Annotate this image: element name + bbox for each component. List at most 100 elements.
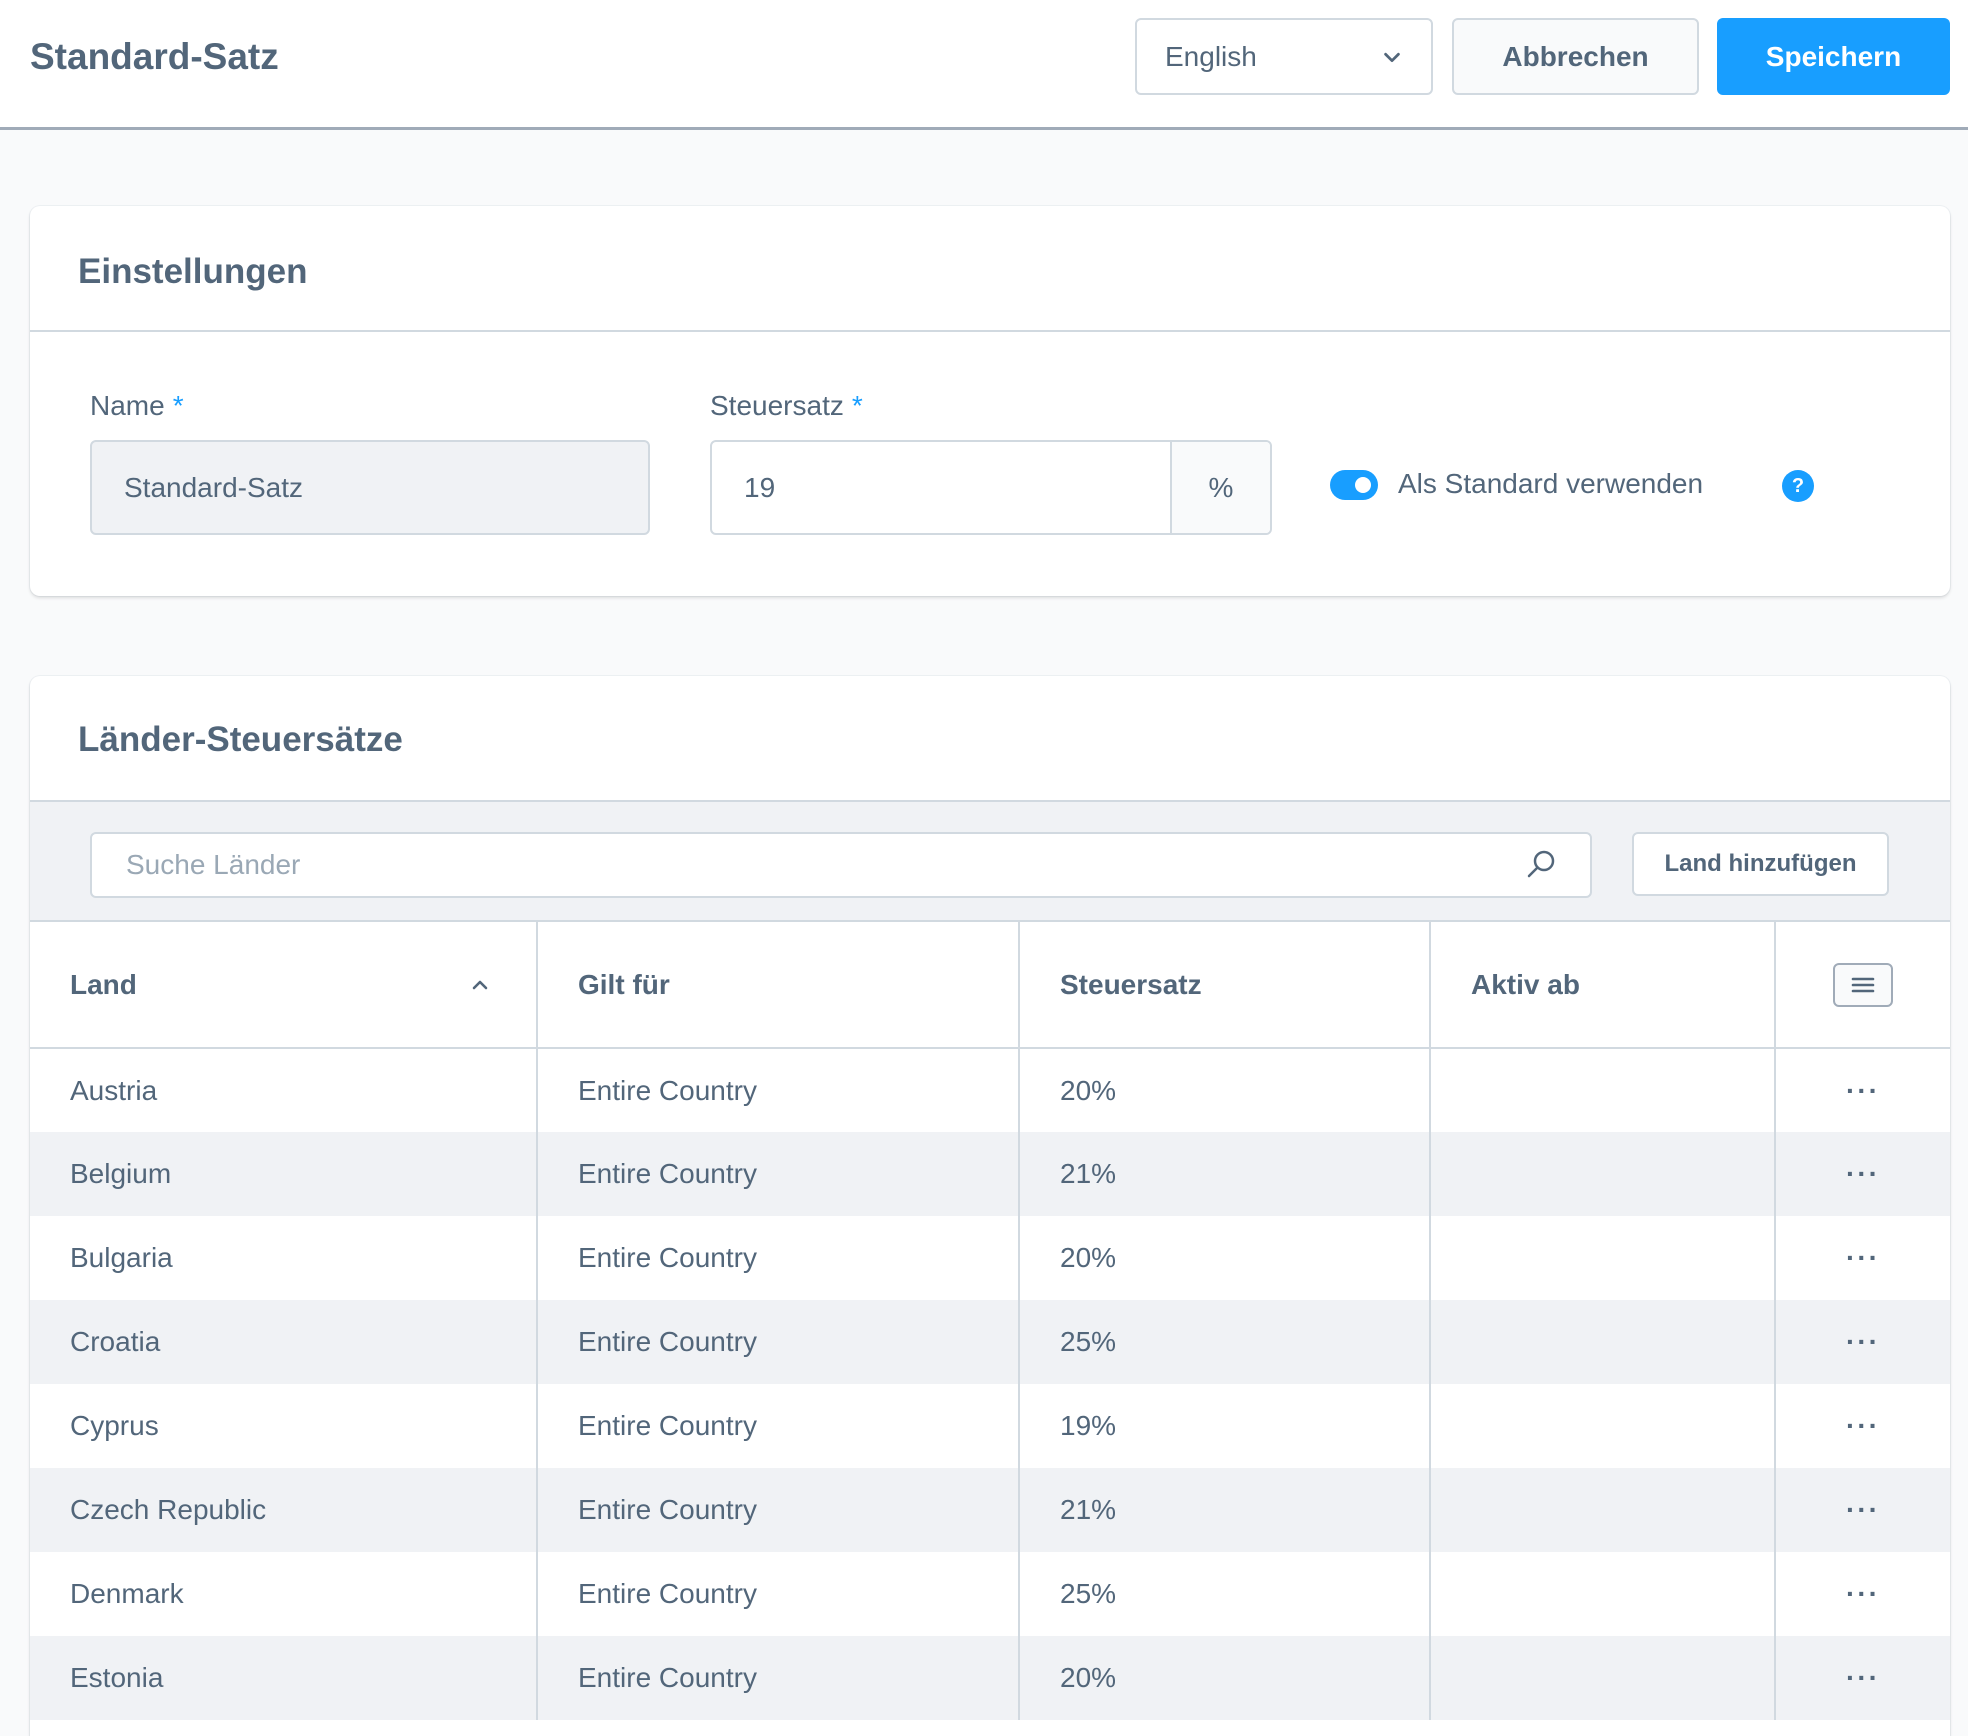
tax-rate-cell: 21% — [1019, 1468, 1431, 1552]
help-icon[interactable]: ? — [1782, 470, 1814, 502]
more-horizontal-icon[interactable]: ··· — [1776, 1328, 1950, 1356]
column-header-applies[interactable]: Gilt für — [537, 922, 1020, 1048]
applies-to-cell: Entire Country — [537, 1216, 1020, 1300]
country-rates-card: Länder-Steuersätze Land hinzufügen Land — [30, 676, 1950, 1736]
row-actions-cell: ··· — [1775, 1300, 1950, 1384]
settings-card: Einstellungen Name * Standard-Satz Steuer… — [30, 206, 1950, 596]
dots-glyph: ··· — [1846, 1494, 1880, 1525]
rate-label-text: Steuersatz — [710, 390, 844, 421]
name-field[interactable]: Standard-Satz — [90, 440, 650, 535]
applies-to-cell: Entire Country — [537, 1468, 1020, 1552]
applies-to-cell: Entire Country — [537, 1384, 1020, 1468]
row-actions-cell: ··· — [1775, 1384, 1950, 1468]
table-header-row: Land Gilt für Steuersatz Aktiv ab — [30, 922, 1950, 1048]
column-header-country[interactable]: Land — [30, 922, 538, 1048]
toggle-knob — [1355, 477, 1371, 493]
dots-glyph: ··· — [1846, 1410, 1880, 1441]
country-cell: Czech Republic — [30, 1468, 538, 1552]
row-actions-cell: ··· — [1775, 1216, 1950, 1300]
column-header-rate[interactable]: Steuersatz — [1019, 922, 1431, 1048]
settings-title: Einstellungen — [78, 252, 308, 291]
active-from-cell — [1430, 1048, 1776, 1132]
tax-rate-cell: 19% — [1019, 1384, 1431, 1468]
applies-to-cell: Entire Country — [537, 1636, 1020, 1720]
cancel-button[interactable]: Abbrechen — [1452, 18, 1699, 95]
dots-glyph: ··· — [1846, 1158, 1880, 1189]
active-from-cell — [1430, 1300, 1776, 1384]
table-row[interactable]: Austria Entire Country 20% ··· — [30, 1048, 1950, 1132]
search-icon[interactable] — [1524, 848, 1558, 882]
active-from-cell — [1430, 1216, 1776, 1300]
settings-divider — [30, 330, 1950, 332]
required-marker: * — [172, 390, 184, 421]
dots-glyph: ··· — [1846, 1662, 1880, 1693]
column-header-active-from[interactable]: Aktiv ab — [1430, 922, 1776, 1048]
country-cell: Belgium — [30, 1132, 538, 1216]
more-horizontal-icon[interactable]: ··· — [1776, 1664, 1950, 1692]
tax-rate-cell: 21% — [1019, 1132, 1431, 1216]
country-cell: Estonia — [30, 1636, 538, 1720]
active-from-cell — [1430, 1468, 1776, 1552]
applies-to-cell: Entire Country — [537, 1300, 1020, 1384]
tax-rate-cell: 25% — [1019, 1552, 1431, 1636]
country-cell: Denmark — [30, 1552, 538, 1636]
active-from-cell — [1430, 1384, 1776, 1468]
table-row[interactable]: Cyprus Entire Country 19% ··· — [30, 1384, 1950, 1468]
required-marker: * — [851, 390, 863, 421]
name-label: Name * — [90, 390, 184, 422]
table-row[interactable]: Croatia Entire Country 25% ··· — [30, 1300, 1950, 1384]
chevron-down-icon — [1384, 52, 1400, 62]
more-horizontal-icon[interactable]: ··· — [1776, 1412, 1950, 1440]
applies-to-cell: Entire Country — [537, 1552, 1020, 1636]
tax-rate-cell: 20% — [1019, 1636, 1431, 1720]
language-select[interactable]: English — [1135, 18, 1433, 95]
more-horizontal-icon[interactable]: ··· — [1776, 1244, 1950, 1272]
more-horizontal-icon[interactable]: ··· — [1776, 1160, 1950, 1188]
active-from-cell — [1430, 1636, 1776, 1720]
percent-suffix: % — [1170, 442, 1270, 533]
table-row[interactable]: Estonia Entire Country 20% ··· — [30, 1636, 1950, 1720]
chevron-up-icon[interactable] — [470, 975, 490, 995]
column-header-label: Land — [70, 968, 137, 1000]
country-cell: Cyprus — [30, 1384, 538, 1468]
more-horizontal-icon[interactable]: ··· — [1776, 1074, 1950, 1106]
applies-to-cell: Entire Country — [537, 1048, 1020, 1132]
column-header-settings — [1775, 922, 1950, 1048]
more-horizontal-icon[interactable]: ··· — [1776, 1580, 1950, 1608]
country-rates-table: Land Gilt für Steuersatz Aktiv ab Austri… — [30, 922, 1950, 1720]
row-actions-cell: ··· — [1775, 1636, 1950, 1720]
country-cell: Croatia — [30, 1300, 538, 1384]
more-horizontal-icon[interactable]: ··· — [1776, 1496, 1950, 1524]
country-cell: Bulgaria — [30, 1216, 538, 1300]
default-toggle[interactable] — [1330, 470, 1378, 500]
row-actions-cell: ··· — [1775, 1552, 1950, 1636]
language-select-value: English — [1165, 40, 1257, 72]
save-button[interactable]: Speichern — [1717, 18, 1950, 95]
country-search[interactable] — [90, 832, 1592, 898]
row-actions-cell: ··· — [1775, 1132, 1950, 1216]
tax-rate-cell: 20% — [1019, 1048, 1431, 1132]
applies-to-cell: Entire Country — [537, 1132, 1020, 1216]
active-from-cell — [1430, 1132, 1776, 1216]
country-cell: Austria — [30, 1048, 538, 1132]
dots-glyph: ··· — [1846, 1578, 1880, 1609]
country-search-input[interactable] — [124, 848, 1524, 882]
country-rates-title: Länder-Steuersätze — [78, 720, 403, 759]
menu-icon — [1851, 977, 1875, 992]
country-toolbar: Land hinzufügen — [30, 800, 1950, 922]
tax-rate-value[interactable]: 19 — [712, 442, 1170, 533]
row-actions-cell: ··· — [1775, 1048, 1950, 1132]
column-settings-button[interactable] — [1833, 962, 1893, 1007]
tax-rate-field[interactable]: 19 % — [710, 440, 1272, 535]
dots-glyph: ··· — [1846, 1242, 1880, 1273]
table-row[interactable]: Czech Republic Entire Country 21% ··· — [30, 1468, 1950, 1552]
default-toggle-label: Als Standard verwenden — [1398, 468, 1704, 499]
top-bar: Standard-Satz English Abbrechen Speicher… — [0, 0, 1968, 130]
table-row[interactable]: Denmark Entire Country 25% ··· — [30, 1552, 1950, 1636]
row-actions-cell: ··· — [1775, 1468, 1950, 1552]
table-row[interactable]: Belgium Entire Country 21% ··· — [30, 1132, 1950, 1216]
add-country-button[interactable]: Land hinzufügen — [1632, 832, 1889, 896]
dots-glyph: ··· — [1846, 1074, 1880, 1106]
rate-label: Steuersatz * — [710, 390, 863, 422]
table-row[interactable]: Bulgaria Entire Country 20% ··· — [30, 1216, 1950, 1300]
